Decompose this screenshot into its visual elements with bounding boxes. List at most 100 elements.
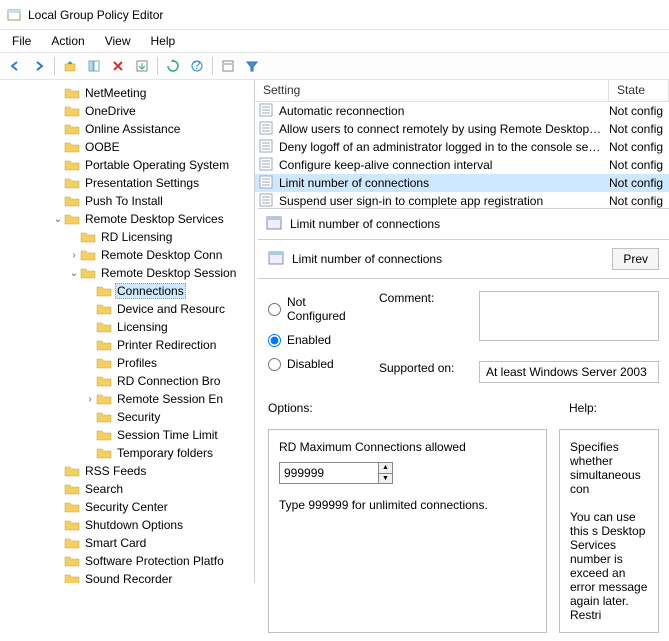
setting-row[interactable]: Limit number of connectionsNot config (255, 174, 669, 192)
tree-item-label: Shutdown Options (83, 518, 185, 532)
tree-item[interactable]: Temporary folders (0, 444, 254, 462)
collapse-icon[interactable]: ⌄ (68, 268, 80, 279)
radio-enabled[interactable]: Enabled (268, 333, 359, 347)
max-connections-spinner[interactable]: ▲ ▼ (279, 462, 536, 484)
tree-item[interactable]: ⌄Remote Desktop Session (0, 264, 254, 282)
comment-field[interactable] (479, 291, 659, 341)
setting-icon (259, 103, 275, 119)
menu-action[interactable]: Action (41, 32, 94, 50)
tree-item[interactable]: Profiles (0, 354, 254, 372)
dialog-title: Limit number of connections (290, 217, 440, 231)
tree-item[interactable]: Security Center (0, 498, 254, 516)
tree-item[interactable]: NetMeeting (0, 84, 254, 102)
show-hide-tree-button[interactable] (83, 55, 105, 77)
properties-button[interactable] (217, 55, 239, 77)
options-hint: Type 999999 for unlimited connections. (279, 498, 536, 512)
tree-item-label: OOBE (83, 140, 122, 154)
setting-state: Not config (609, 158, 669, 172)
setting-icon (259, 139, 275, 155)
refresh-button[interactable] (162, 55, 184, 77)
nav-tree[interactable]: NetMeeting OneDrive Online Assistance OOBE P… (0, 84, 254, 583)
setting-row[interactable]: Configure keep-alive connection interval… (255, 156, 669, 174)
menu-help[interactable]: Help (141, 32, 186, 50)
list-header: Setting State (255, 80, 669, 102)
state-radios: Not Configured Enabled Disabled (268, 291, 359, 383)
tree-item[interactable]: Portable Operating System (0, 156, 254, 174)
back-button[interactable] (4, 55, 26, 77)
setting-name: Deny logoff of an administrator logged i… (279, 140, 609, 154)
folder-icon (96, 284, 112, 298)
folder-icon (64, 536, 80, 550)
tree-item[interactable]: RSS Feeds (0, 462, 254, 480)
tree-item-label: Profiles (115, 356, 159, 370)
setting-row[interactable]: Allow users to connect remotely by using… (255, 120, 669, 138)
tree-item[interactable]: ›Remote Desktop Conn (0, 246, 254, 264)
folder-icon (64, 158, 80, 172)
tree-item[interactable]: ›Remote Session En (0, 390, 254, 408)
delete-button[interactable] (107, 55, 129, 77)
folder-icon (80, 230, 96, 244)
options-panel: RD Maximum Connections allowed ▲ ▼ Type … (268, 429, 547, 633)
filter-button[interactable] (241, 55, 263, 77)
menu-view[interactable]: View (95, 32, 141, 50)
tree-item-label: OneDrive (83, 104, 138, 118)
tree-item[interactable]: Connections (0, 282, 254, 300)
tree-item[interactable]: RD Connection Bro (0, 372, 254, 390)
folder-icon (64, 518, 80, 532)
toolbar-separator (157, 57, 158, 75)
setting-name: Allow users to connect remotely by using… (279, 122, 609, 136)
tree-item-label: Printer Redirection (115, 338, 218, 352)
tree-item[interactable]: ⌄Remote Desktop Services (0, 210, 254, 228)
tree-item[interactable]: RD Licensing (0, 228, 254, 246)
menu-file[interactable]: File (2, 32, 41, 50)
tree-item[interactable]: Shutdown Options (0, 516, 254, 534)
expand-icon[interactable]: › (84, 394, 96, 405)
tree-item-label: Temporary folders (115, 446, 215, 460)
tree-item-label: Security Center (83, 500, 170, 514)
tree-item[interactable]: OOBE (0, 138, 254, 156)
help-button[interactable]: ? (186, 55, 208, 77)
radio-disabled[interactable]: Disabled (268, 357, 359, 371)
tree-item-label: Portable Operating System (83, 158, 231, 172)
tree-item[interactable]: Device and Resourc (0, 300, 254, 318)
tree-item[interactable]: Smart Card (0, 534, 254, 552)
folder-icon (80, 248, 96, 262)
max-connections-input[interactable] (279, 462, 379, 484)
tree-item-label: Licensing (115, 320, 170, 334)
tree-item[interactable]: Software Protection Platfo (0, 552, 254, 570)
col-setting[interactable]: Setting (255, 80, 609, 101)
tree-item-label: Presentation Settings (83, 176, 201, 190)
dialog-meta: Comment: Supported on: At least Windows … (379, 291, 659, 383)
tree-item-label: Security (115, 410, 162, 424)
col-state[interactable]: State (609, 80, 669, 101)
supported-on-value: At least Windows Server 2003 (479, 361, 659, 383)
setting-name: Suspend user sign-in to complete app reg… (279, 194, 609, 208)
tree-item-label: Connections (115, 283, 186, 299)
forward-button[interactable] (28, 55, 50, 77)
tree-item[interactable]: Search (0, 480, 254, 498)
tree-item[interactable]: Session Time Limit (0, 426, 254, 444)
spin-up-icon[interactable]: ▲ (379, 463, 392, 474)
tree-item[interactable]: Security (0, 408, 254, 426)
expand-icon[interactable]: › (68, 250, 80, 261)
tree-item-label: Session Time Limit (115, 428, 220, 442)
up-button[interactable] (59, 55, 81, 77)
tree-item[interactable]: Presentation Settings (0, 174, 254, 192)
collapse-icon[interactable]: ⌄ (52, 214, 64, 225)
previous-setting-button[interactable]: Prev (612, 248, 659, 270)
setting-row[interactable]: Automatic reconnectionNot config (255, 102, 669, 120)
setting-row[interactable]: Deny logoff of an administrator logged i… (255, 138, 669, 156)
tree-item[interactable]: Online Assistance (0, 120, 254, 138)
tree-item[interactable]: Printer Redirection (0, 336, 254, 354)
tree-item[interactable]: Push To Install (0, 192, 254, 210)
settings-list[interactable]: Automatic reconnectionNot config Allow us… (255, 102, 669, 210)
dialog-body: Not Configured Enabled Disabled Comment:… (258, 279, 669, 395)
export-button[interactable] (131, 55, 153, 77)
folder-icon (96, 302, 112, 316)
tree-item[interactable]: OneDrive (0, 102, 254, 120)
folder-icon (64, 86, 80, 100)
radio-not-configured[interactable]: Not Configured (268, 295, 359, 323)
tree-item[interactable]: Sound Recorder (0, 570, 254, 583)
tree-item[interactable]: Licensing (0, 318, 254, 336)
spin-down-icon[interactable]: ▼ (379, 474, 392, 484)
